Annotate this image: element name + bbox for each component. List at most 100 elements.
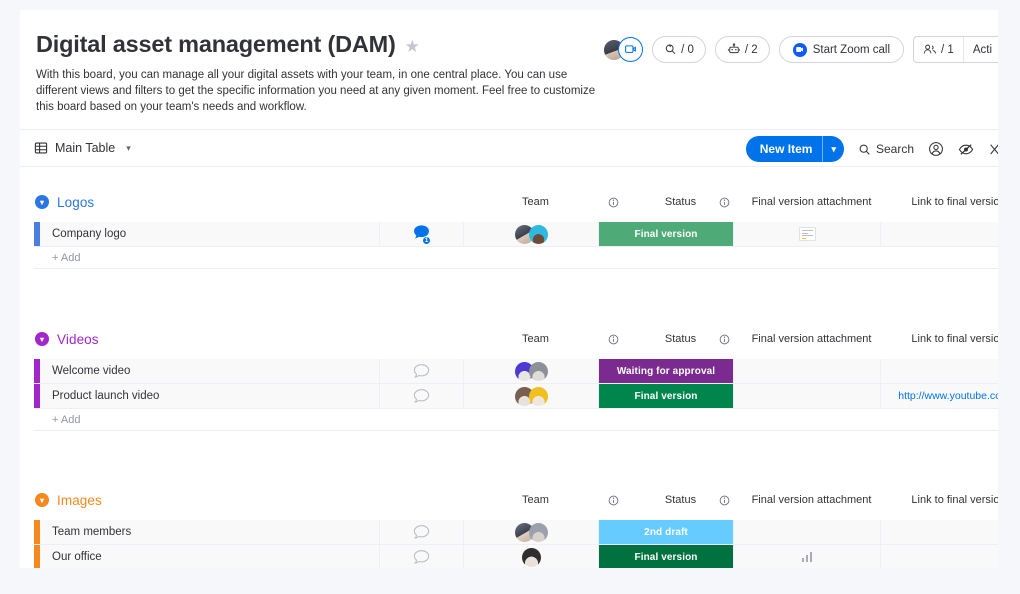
row-title[interactable]: Our office <box>40 545 380 568</box>
comment-bubble-icon[interactable]: 1 <box>413 224 431 245</box>
row-title[interactable]: Team members <box>40 520 380 545</box>
row-comment-cell[interactable] <box>380 545 464 568</box>
avatar[interactable] <box>528 361 548 381</box>
status-badge[interactable]: Waiting for approval <box>599 359 733 384</box>
more-actions-button[interactable] <box>988 142 998 157</box>
speech-bubble-icon[interactable] <box>413 524 430 540</box>
speech-bubble-icon[interactable] <box>413 388 430 404</box>
avatar[interactable] <box>521 547 541 567</box>
column-info-icon-team[interactable] <box>603 189 624 215</box>
row-link[interactable]: http://www.youtube.com <box>898 390 998 402</box>
column-header-team: Team <box>522 196 549 209</box>
hide-columns-button[interactable] <box>958 142 974 157</box>
row-link-cell[interactable] <box>881 222 998 246</box>
page-title[interactable]: Digital asset management (DAM) <box>36 31 396 58</box>
updates-pill[interactable]: / 0 <box>652 36 706 63</box>
row-team-cell[interactable] <box>464 520 599 545</box>
add-item-label[interactable]: + Add <box>40 252 80 264</box>
activity-log-button[interactable]: Acti <box>962 37 998 62</box>
row-team-cell[interactable] <box>464 222 599 247</box>
team-avatars[interactable] <box>521 547 541 567</box>
speech-bubble-icon[interactable] <box>413 363 430 379</box>
row-title[interactable]: Product launch video <box>40 384 380 409</box>
avatar[interactable] <box>528 224 548 244</box>
chevron-down-icon[interactable]: ▾ <box>126 143 131 154</box>
team-avatars[interactable] <box>514 361 548 381</box>
row-attachment-cell[interactable] <box>734 520 881 545</box>
row-team-cell[interactable] <box>464 359 599 384</box>
members-count: / 1 <box>941 43 954 56</box>
team-avatars[interactable] <box>514 386 548 406</box>
search-button[interactable]: Search <box>858 142 914 156</box>
status-badge[interactable]: Final version <box>599 384 733 409</box>
table-row[interactable]: Welcome video Waiting for approval <box>34 359 998 385</box>
column-info-icon-team[interactable] <box>603 326 624 352</box>
invite-members-button[interactable] <box>618 37 644 62</box>
add-item-label[interactable]: + Add <box>40 414 80 426</box>
board-members-button[interactable]: / 1 <box>914 37 963 62</box>
board-card: Digital asset management (DAM) ★ With th… <box>20 10 998 568</box>
group-logos: ▼ Logos Team Status Final version attach… <box>34 189 998 270</box>
add-item-row[interactable]: + Add <box>34 409 998 432</box>
status-badge[interactable]: Final version <box>599 222 733 247</box>
row-title[interactable]: Company logo <box>40 222 380 247</box>
row-status-cell[interactable]: Final version <box>599 222 734 247</box>
row-comment-cell[interactable] <box>380 384 464 409</box>
row-title[interactable]: Welcome video <box>40 359 380 384</box>
team-avatars[interactable] <box>514 224 548 244</box>
row-comment-cell[interactable]: 1 <box>380 222 464 247</box>
image-thumbnail-icon[interactable] <box>798 227 816 242</box>
new-item-dropdown-icon[interactable]: ▾ <box>822 136 844 163</box>
row-link-cell[interactable] <box>881 545 998 568</box>
view-tab-main-table[interactable]: Main Table ▾ <box>34 141 131 155</box>
row-status-cell[interactable]: Final version <box>599 545 734 568</box>
group-title[interactable]: Images <box>57 493 102 508</box>
row-status-cell[interactable]: 2nd draft <box>599 520 734 545</box>
add-item-row[interactable]: + Add <box>34 247 998 270</box>
collapse-group-icon[interactable]: ▼ <box>35 332 49 347</box>
group-title[interactable]: Videos <box>57 332 99 347</box>
row-link-cell[interactable]: http://www.youtube.com <box>881 384 998 408</box>
row-link-cell[interactable] <box>881 359 998 383</box>
person-filter-button[interactable] <box>928 141 944 157</box>
row-comment-cell[interactable] <box>380 359 464 384</box>
table-row[interactable]: Company logo 1 Final version <box>34 222 998 248</box>
row-attachment-cell[interactable] <box>734 384 881 409</box>
column-info-icon-status[interactable] <box>714 487 735 513</box>
row-comment-cell[interactable] <box>380 520 464 545</box>
bar-chart-thumbnail-icon[interactable] <box>801 552 813 563</box>
row-attachment-cell[interactable] <box>734 359 881 384</box>
column-info-icon-team[interactable] <box>603 487 624 513</box>
avatar[interactable] <box>528 386 548 406</box>
row-attachment-cell[interactable] <box>734 222 881 247</box>
speech-bubble-icon[interactable] <box>413 549 430 565</box>
column-info-icon-status[interactable] <box>714 189 735 215</box>
avatar[interactable] <box>528 522 548 542</box>
start-zoom-call-button[interactable]: Start Zoom call <box>778 36 905 63</box>
group-rows: Team members 2nd draft Our office Final … <box>34 520 998 568</box>
row-team-cell[interactable] <box>464 545 599 568</box>
board-table: ▼ Logos Team Status Final version attach… <box>20 189 998 568</box>
table-row[interactable]: Team members 2nd draft <box>34 520 998 546</box>
column-header-attachment: Final version attachment <box>751 494 872 507</box>
collapse-group-icon[interactable]: ▼ <box>35 195 49 210</box>
column-header-attachment: Final version attachment <box>751 333 872 346</box>
collapse-group-icon[interactable]: ▼ <box>35 493 49 508</box>
column-info-icon-status[interactable] <box>714 326 735 352</box>
row-status-cell[interactable]: Final version <box>599 384 734 409</box>
row-attachment-cell[interactable] <box>734 545 881 568</box>
new-item-button[interactable]: New Item ▾ <box>745 136 844 163</box>
more-icon <box>990 144 998 155</box>
row-status-cell[interactable]: Waiting for approval <box>599 359 734 384</box>
status-badge[interactable]: Final version <box>599 545 733 568</box>
star-icon[interactable]: ★ <box>405 38 420 55</box>
row-link-cell[interactable] <box>881 520 998 544</box>
status-badge[interactable]: 2nd draft <box>599 520 733 545</box>
team-avatars[interactable] <box>514 522 548 542</box>
table-row[interactable]: Product launch video Final version http:… <box>34 384 998 410</box>
row-team-cell[interactable] <box>464 384 599 409</box>
board-avatars[interactable] <box>603 37 644 62</box>
group-title[interactable]: Logos <box>57 195 94 210</box>
automations-pill[interactable]: / 2 <box>714 36 770 63</box>
table-row[interactable]: Our office Final version <box>34 545 998 568</box>
